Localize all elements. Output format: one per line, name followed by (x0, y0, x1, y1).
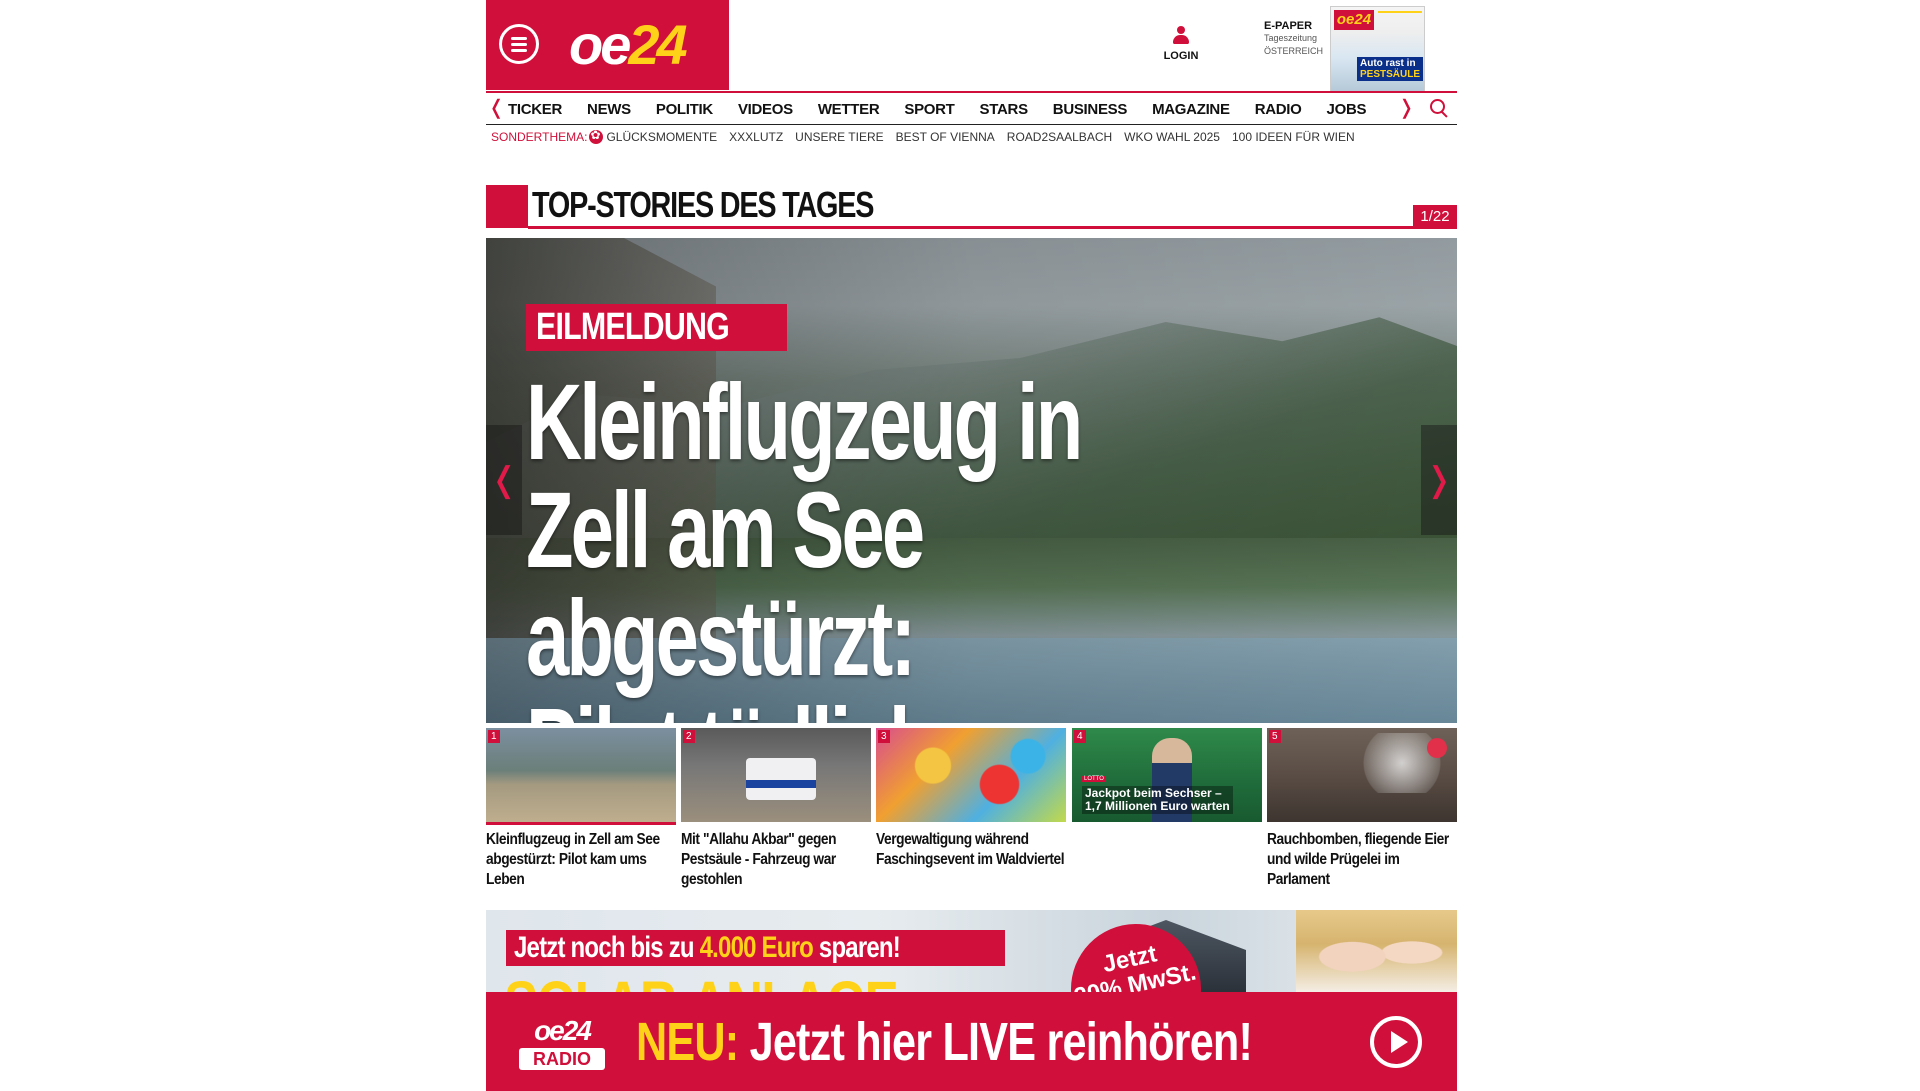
hero-slide[interactable]: EILMELDUNG Kleinflugzeug in Zell am See … (486, 238, 1457, 723)
story-thumb-image[interactable]: 2 (681, 728, 871, 822)
nav-item-videos[interactable]: VIDEOS (738, 101, 793, 118)
special-topic-wko-wahl[interactable]: WKO WAHL 2025 (1124, 130, 1220, 144)
story-thumb-title[interactable]: Kleinflugzeug in Zell am See abgestürzt:… (486, 830, 675, 890)
nav-item-wetter[interactable]: WETTER (818, 101, 880, 118)
ad-vat-badge: Jetzt 20% MwSt. (1058, 911, 1214, 995)
epaper-cover-logo: oe24 (1334, 10, 1374, 30)
epaper-cover-teaser (1378, 11, 1422, 13)
story-number: 1 (488, 730, 500, 743)
epaper-link[interactable]: E-PAPER Tageszeitung ÖSTERREICH (1264, 20, 1324, 58)
story-thumb-title[interactable]: Vergewaltigung während Faschingsevent im… (876, 830, 1065, 870)
story-thumb-image[interactable]: 5 (1267, 728, 1457, 822)
special-topic-label: SONDERTHEMA: (491, 130, 588, 144)
slide-counter: 1/22 (1413, 205, 1457, 229)
story-thumb-title[interactable]: Mit "Allahu Akbar" gegen Pestsäule - Fah… (681, 830, 870, 890)
nav-item-radio[interactable]: RADIO (1255, 101, 1302, 118)
nav-item-stars[interactable]: STARS (980, 101, 1029, 118)
radio-message-prefix: NEU: (636, 1012, 739, 1072)
slider-next-icon[interactable]: ❭ (1421, 425, 1457, 535)
story-thumb-image[interactable]: 3 (876, 728, 1066, 822)
police-van-stripe (746, 780, 816, 788)
hero-headline-line: Zell am See abgestürzt: (526, 469, 925, 698)
radio-logo: oe24 RADIO (516, 1016, 608, 1076)
search-icon[interactable] (1430, 99, 1450, 119)
page: oe24 LOGIN E-PAPER Tageszeitung ÖSTERREI… (486, 0, 1457, 1091)
logo-box[interactable]: oe24 (486, 0, 729, 90)
epaper-cover-image[interactable]: oe24 Auto rast in PESTSÄULE (1330, 6, 1425, 92)
site-logo[interactable]: oe24 (569, 12, 688, 78)
nav-next-icon[interactable]: ❭ (1398, 97, 1415, 119)
menu-icon[interactable] (499, 24, 539, 64)
story-thumb-1[interactable]: 1 Kleinflugzeug in Zell am See abgestürz… (486, 728, 676, 890)
story-number: 5 (1269, 730, 1281, 743)
radio-logo-text: oe24 (534, 1015, 592, 1046)
nav-item-business[interactable]: BUSINESS (1053, 101, 1128, 118)
nav-item-jobs[interactable]: JOBS (1327, 101, 1367, 118)
nav-item-news[interactable]: NEWS (587, 101, 631, 118)
radio-player-bar[interactable]: oe24 RADIO NEU: Jetzt hier LIVE reinhöre… (486, 992, 1457, 1091)
special-topic-best-of-vienna[interactable]: BEST OF VIENNA (896, 130, 995, 144)
special-topics-bar: SONDERTHEMA: GLÜCKSMOMENTE XXXLUTZ UNSER… (491, 128, 1367, 144)
nav-prev-icon[interactable]: ❬ (488, 97, 505, 119)
login-label: LOGIN (1163, 50, 1199, 62)
story-number: 4 (1074, 730, 1086, 743)
epaper-subtitle: Tageszeitung (1264, 33, 1318, 43)
story-thumb-image[interactable]: LOTTO Jackpot beim Sechser –1,7 Millione… (1072, 728, 1262, 822)
section-marker (486, 185, 528, 228)
section-title: TOP-STORIES DES TAGES (532, 184, 874, 225)
story-number: 2 (683, 730, 695, 743)
story-thumb-3[interactable]: 3 Vergewaltigung während Faschingsevent … (876, 728, 1066, 870)
radio-message[interactable]: NEU: Jetzt hier LIVE reinhören! (636, 1010, 1253, 1074)
radio-logo-tag: RADIO (519, 1048, 605, 1070)
user-icon (1172, 26, 1190, 46)
story-thumb-title[interactable]: Rauchbomben, fliegende Eier und wilde Pr… (1267, 830, 1456, 890)
nav-items: TICKER NEWS POLITIK VIDEOS WETTER SPORT … (508, 93, 1391, 125)
active-indicator (486, 822, 676, 825)
logo-oe: oe (569, 13, 631, 76)
main-nav: ❬ TICKER NEWS POLITIK VIDEOS WETTER SPOR… (486, 91, 1457, 125)
nav-item-politik[interactable]: POLITIK (656, 101, 713, 118)
hero-headline[interactable]: Kleinflugzeug in Zell am See abgestürzt:… (526, 361, 1318, 724)
red-flare (1427, 738, 1447, 758)
radio-message-text: Jetzt hier LIVE reinhören! (738, 1012, 1253, 1072)
login-button[interactable]: LOGIN (1156, 26, 1206, 64)
story-thumb-image[interactable]: 1 (486, 728, 676, 822)
ad-headline: Jetzt noch bis zu 4.000 Euro sparen! (506, 930, 1005, 966)
nav-item-sport[interactable]: SPORT (904, 101, 954, 118)
section-divider (528, 226, 1457, 229)
story-thumb-overlay-text: Jackpot beim Sechser –1,7 Millionen Euro… (1082, 786, 1233, 814)
special-topic-road2saalbach[interactable]: ROAD2SAALBACH (1007, 130, 1112, 144)
story-thumb-5[interactable]: 5 Rauchbomben, fliegende Eier und wilde … (1267, 728, 1457, 890)
lotto-tag: LOTTO (1082, 776, 1106, 782)
story-thumb-2[interactable]: 2 Mit "Allahu Akbar" gegen Pestsäule - F… (681, 728, 871, 890)
special-topic-unsere-tiere[interactable]: UNSERE TIERE (795, 130, 883, 144)
clover-icon (589, 128, 604, 144)
solar-ad-banner[interactable]: Jetzt noch bis zu 4.000 Euro sparen! SOL… (486, 910, 1457, 995)
nav-item-magazine[interactable]: MAGAZINE (1152, 101, 1230, 118)
play-icon[interactable] (1370, 1016, 1422, 1068)
hero-headline-line: Kleinflugzeug in (526, 361, 1083, 482)
police-van (746, 758, 816, 800)
hero-headline-line: Pilot tödlich verunglückt (526, 692, 1318, 724)
story-thumb-4[interactable]: LOTTO Jackpot beim Sechser –1,7 Millione… (1072, 728, 1262, 830)
epaper-title: E-PAPER (1264, 20, 1313, 32)
slider-prev-icon[interactable]: ❬ (486, 425, 522, 535)
breaking-news-badge: EILMELDUNG (526, 304, 788, 351)
epaper-cover-headline: Auto rast in PESTSÄULE (1357, 57, 1424, 81)
special-topic-xxxlutz[interactable]: XXXLUTZ (729, 130, 783, 144)
nav-item-ticker[interactable]: TICKER (508, 101, 562, 118)
story-thumbnails: 1 Kleinflugzeug in Zell am See abgestürz… (486, 728, 1457, 893)
special-topic-100-ideen[interactable]: 100 IDEEN FÜR WIEN (1232, 130, 1355, 144)
epaper-subtitle-country: ÖSTERREICH (1264, 46, 1324, 56)
special-topic-gluecksmomente[interactable]: GLÜCKSMOMENTE (606, 130, 717, 144)
breaking-news-label: EILMELDUNG (536, 306, 730, 348)
logo-24: 24 (628, 13, 687, 76)
story-number: 3 (878, 730, 890, 743)
ad-people-image (1296, 910, 1457, 995)
